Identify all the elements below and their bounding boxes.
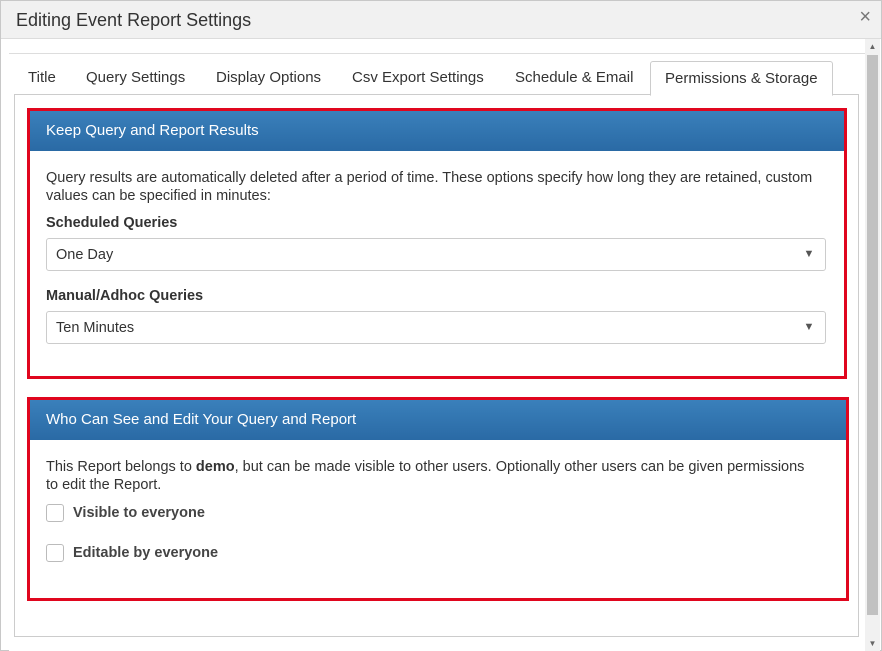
dialog: Editing Event Report Settings × Title Qu… — [0, 0, 882, 651]
tab-panel: Keep Query and Report Results Query resu… — [14, 95, 859, 637]
checkbox-box[interactable] — [46, 544, 64, 562]
chevron-down-icon: ▼ — [803, 321, 815, 333]
scroll-down-icon[interactable]: ▼ — [865, 636, 880, 651]
scheduled-queries-value: One Day — [56, 247, 114, 263]
dialog-content: Title Query Settings Display Options Csv… — [9, 39, 866, 651]
storage-panel: Keep Query and Report Results Query resu… — [27, 108, 847, 379]
checkbox-box[interactable] — [46, 504, 64, 522]
report-owner: demo — [195, 459, 235, 475]
visible-to-everyone-label: Visible to everyone — [73, 505, 205, 521]
tab-query-settings[interactable]: Query Settings — [72, 61, 199, 95]
divider — [9, 53, 866, 54]
tab-title[interactable]: Title — [14, 61, 70, 95]
manual-queries-value: Ten Minutes — [56, 320, 135, 336]
storage-heading: Keep Query and Report Results — [30, 111, 844, 151]
scheduled-queries-label: Scheduled Queries — [46, 215, 178, 231]
tab-display-options[interactable]: Display Options — [202, 61, 335, 95]
editable-by-everyone-label: Editable by everyone — [73, 545, 219, 561]
tab-bar: Title Query Settings Display Options Csv… — [14, 61, 859, 96]
vertical-scrollbar[interactable]: ▲ ▼ — [865, 39, 880, 651]
permissions-panel: Who Can See and Edit Your Query and Repo… — [27, 397, 849, 601]
close-icon[interactable]: × — [859, 7, 871, 27]
permissions-description: This Report belongs to demo, but can be … — [46, 458, 806, 494]
manual-queries-label: Manual/Adhoc Queries — [46, 288, 204, 304]
tab-csv-export-settings[interactable]: Csv Export Settings — [338, 61, 498, 95]
scroll-up-icon[interactable]: ▲ — [865, 39, 880, 54]
scrollbar-thumb[interactable] — [867, 55, 878, 615]
dialog-title: Editing Event Report Settings — [16, 10, 252, 30]
chevron-down-icon: ▼ — [803, 248, 815, 260]
editable-by-everyone-checkbox[interactable]: Editable by everyone — [46, 544, 256, 564]
scheduled-queries-select[interactable]: One Day ▼ — [46, 238, 826, 271]
permissions-desc-before: This Report belongs to — [46, 459, 196, 475]
permissions-heading: Who Can See and Edit Your Query and Repo… — [30, 400, 846, 440]
storage-description: Query results are automatically deleted … — [46, 170, 813, 204]
tab-permissions-storage[interactable]: Permissions & Storage — [650, 61, 833, 96]
tab-schedule-email[interactable]: Schedule & Email — [501, 61, 647, 95]
visible-to-everyone-checkbox[interactable]: Visible to everyone — [46, 504, 246, 524]
manual-queries-select[interactable]: Ten Minutes ▼ — [46, 311, 826, 344]
dialog-titlebar: Editing Event Report Settings × — [1, 1, 881, 39]
